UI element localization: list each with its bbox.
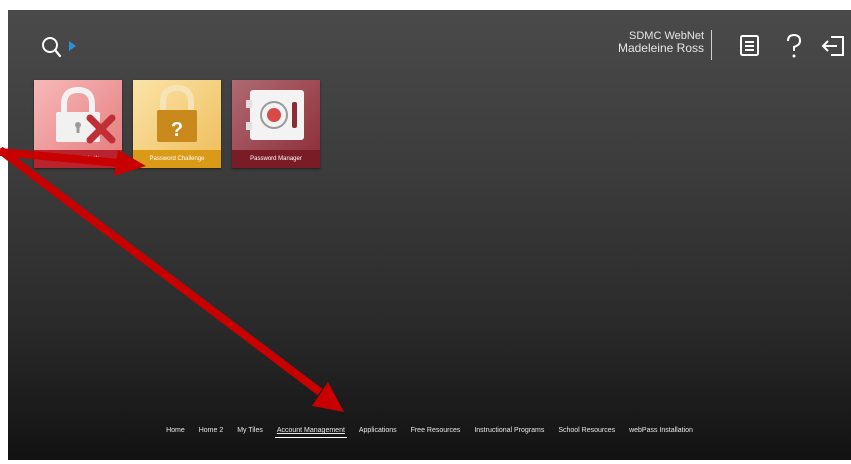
- tile-label: Password Challenge: [133, 150, 221, 168]
- lock-x-icon: [56, 86, 116, 144]
- nav-item-free-resources[interactable]: Free Resources: [409, 426, 463, 437]
- tile-label: Password Manager: [232, 150, 320, 168]
- tile-label: Account Unlock: [34, 150, 122, 168]
- bottom-nav: Home Home 2 My Tiles Account Management …: [8, 426, 851, 438]
- app-and-user-info: SDMC WebNet Madeleine Ross: [618, 30, 704, 54]
- list-icon: [740, 35, 759, 56]
- help-button[interactable]: [780, 32, 808, 60]
- app-screen: SDMC WebNet Madeleine Ross Account Unloc…: [8, 10, 851, 460]
- nav-item-instructional-programs[interactable]: Instructional Programs: [472, 426, 546, 437]
- tile-account-unlock[interactable]: Account Unlock: [34, 80, 122, 168]
- expand-arrow-icon: [69, 41, 76, 51]
- safe-icon: [246, 90, 304, 140]
- list-button[interactable]: [736, 32, 764, 60]
- search-icon: [42, 37, 76, 58]
- header-divider: [711, 30, 712, 60]
- nav-item-home-2[interactable]: Home 2: [197, 426, 226, 437]
- tile-password-manager[interactable]: Password Manager: [232, 80, 320, 168]
- nav-item-webpass-installation[interactable]: webPass Installation: [627, 426, 695, 437]
- tile-password-challenge[interactable]: ? Password Challenge: [133, 80, 221, 168]
- user-name: Madeleine Ross: [617, 41, 704, 55]
- nav-item-applications[interactable]: Applications: [357, 426, 399, 437]
- nav-item-school-resources[interactable]: School Resources: [556, 426, 617, 437]
- sign-out-icon: [821, 36, 844, 56]
- svg-text:?: ?: [171, 119, 183, 141]
- search-button[interactable]: [40, 34, 84, 60]
- nav-item-account-management[interactable]: Account Management: [274, 426, 347, 438]
- lock-question-icon: ?: [157, 84, 197, 142]
- nav-item-home[interactable]: Home: [164, 426, 187, 437]
- nav-item-my-tiles[interactable]: My Tiles: [235, 426, 265, 437]
- sign-out-button[interactable]: [820, 32, 848, 60]
- help-icon: [787, 33, 802, 58]
